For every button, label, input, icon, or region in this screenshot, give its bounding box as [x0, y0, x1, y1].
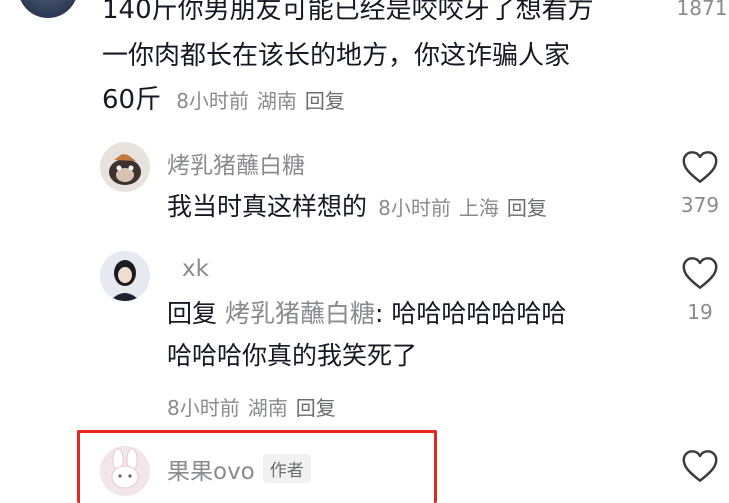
- reply-3-username-row: 果果ovo 作者: [167, 452, 311, 486]
- top-comment-line-2: 一你肉都长在该长的地方，你这诈骗人家: [102, 41, 571, 71]
- reply-1-location: 上海: [458, 196, 499, 220]
- reply-2-like-heart-icon[interactable]: [681, 256, 719, 290]
- top-comment-meta: 8小时前 湖南 回复: [176, 89, 353, 113]
- top-comment-time: 8小时前: [176, 89, 249, 113]
- reply-2-reply-button[interactable]: 回复: [296, 396, 336, 420]
- reply-2-meta: 8小时前 湖南 回复: [167, 392, 344, 421]
- reply-1-text: 我当时真这样想的: [167, 192, 368, 221]
- reply-1-username[interactable]: 烤乳猪蘸白糖: [167, 146, 305, 180]
- reply-2-text-line-2: 哈哈哈你真的我笑死了: [167, 341, 418, 370]
- avatar-image: [109, 154, 141, 185]
- top-comment-line-3-row: 60斤 8小时前 湖南 回复: [102, 80, 353, 120]
- reply-1-body: 我当时真这样想的 8小时前 上海 回复: [167, 187, 555, 227]
- top-comment-line-3: 60斤: [102, 85, 162, 115]
- author-badge: 作者: [262, 454, 311, 483]
- reply-1-meta: 8小时前 上海 回复: [378, 196, 555, 220]
- reply-3-like-heart-icon[interactable]: [681, 449, 719, 483]
- top-comment-like-count: 1871: [676, 0, 728, 20]
- top-comment-location: 湖南: [256, 89, 297, 113]
- reply-2-text-part-1: 哈哈哈哈哈哈哈: [391, 299, 567, 328]
- top-comment-line-1: 140斤你男朋友可能已经是咬咬牙了想看方: [102, 0, 594, 25]
- avatar-reply-1[interactable]: [100, 142, 150, 192]
- reply-2-colon: :: [374, 299, 384, 328]
- reply-1-time: 8小时前: [378, 196, 451, 220]
- avatar-reply-2[interactable]: [100, 251, 150, 301]
- top-comment-reply-button[interactable]: 回复: [305, 89, 345, 113]
- avatar-top-commenter[interactable]: [18, 0, 78, 18]
- avatar-image: [100, 446, 150, 496]
- reply-2-like-count: 19: [687, 300, 713, 324]
- avatar-reply-3[interactable]: [100, 446, 150, 496]
- avatar-image: [100, 251, 150, 301]
- reply-2-location: 湖南: [247, 396, 288, 420]
- reply-1-like-count: 379: [680, 193, 720, 217]
- reply-2-text-line-1: 回复 烤乳猪蘸白糖: 哈哈哈哈哈哈哈: [167, 294, 566, 334]
- reply-2-reply-to-username[interactable]: 烤乳猪蘸白糖: [225, 299, 375, 328]
- reply-2-username[interactable]: xk: [182, 256, 209, 282]
- reply-2-time: 8小时前: [167, 396, 240, 420]
- reply-1-like-heart-icon[interactable]: [681, 150, 719, 184]
- reply-2-reply-prefix: 回复: [167, 299, 218, 328]
- reply-1-reply-button[interactable]: 回复: [507, 196, 547, 220]
- reply-3-username[interactable]: 果果ovo: [167, 459, 255, 485]
